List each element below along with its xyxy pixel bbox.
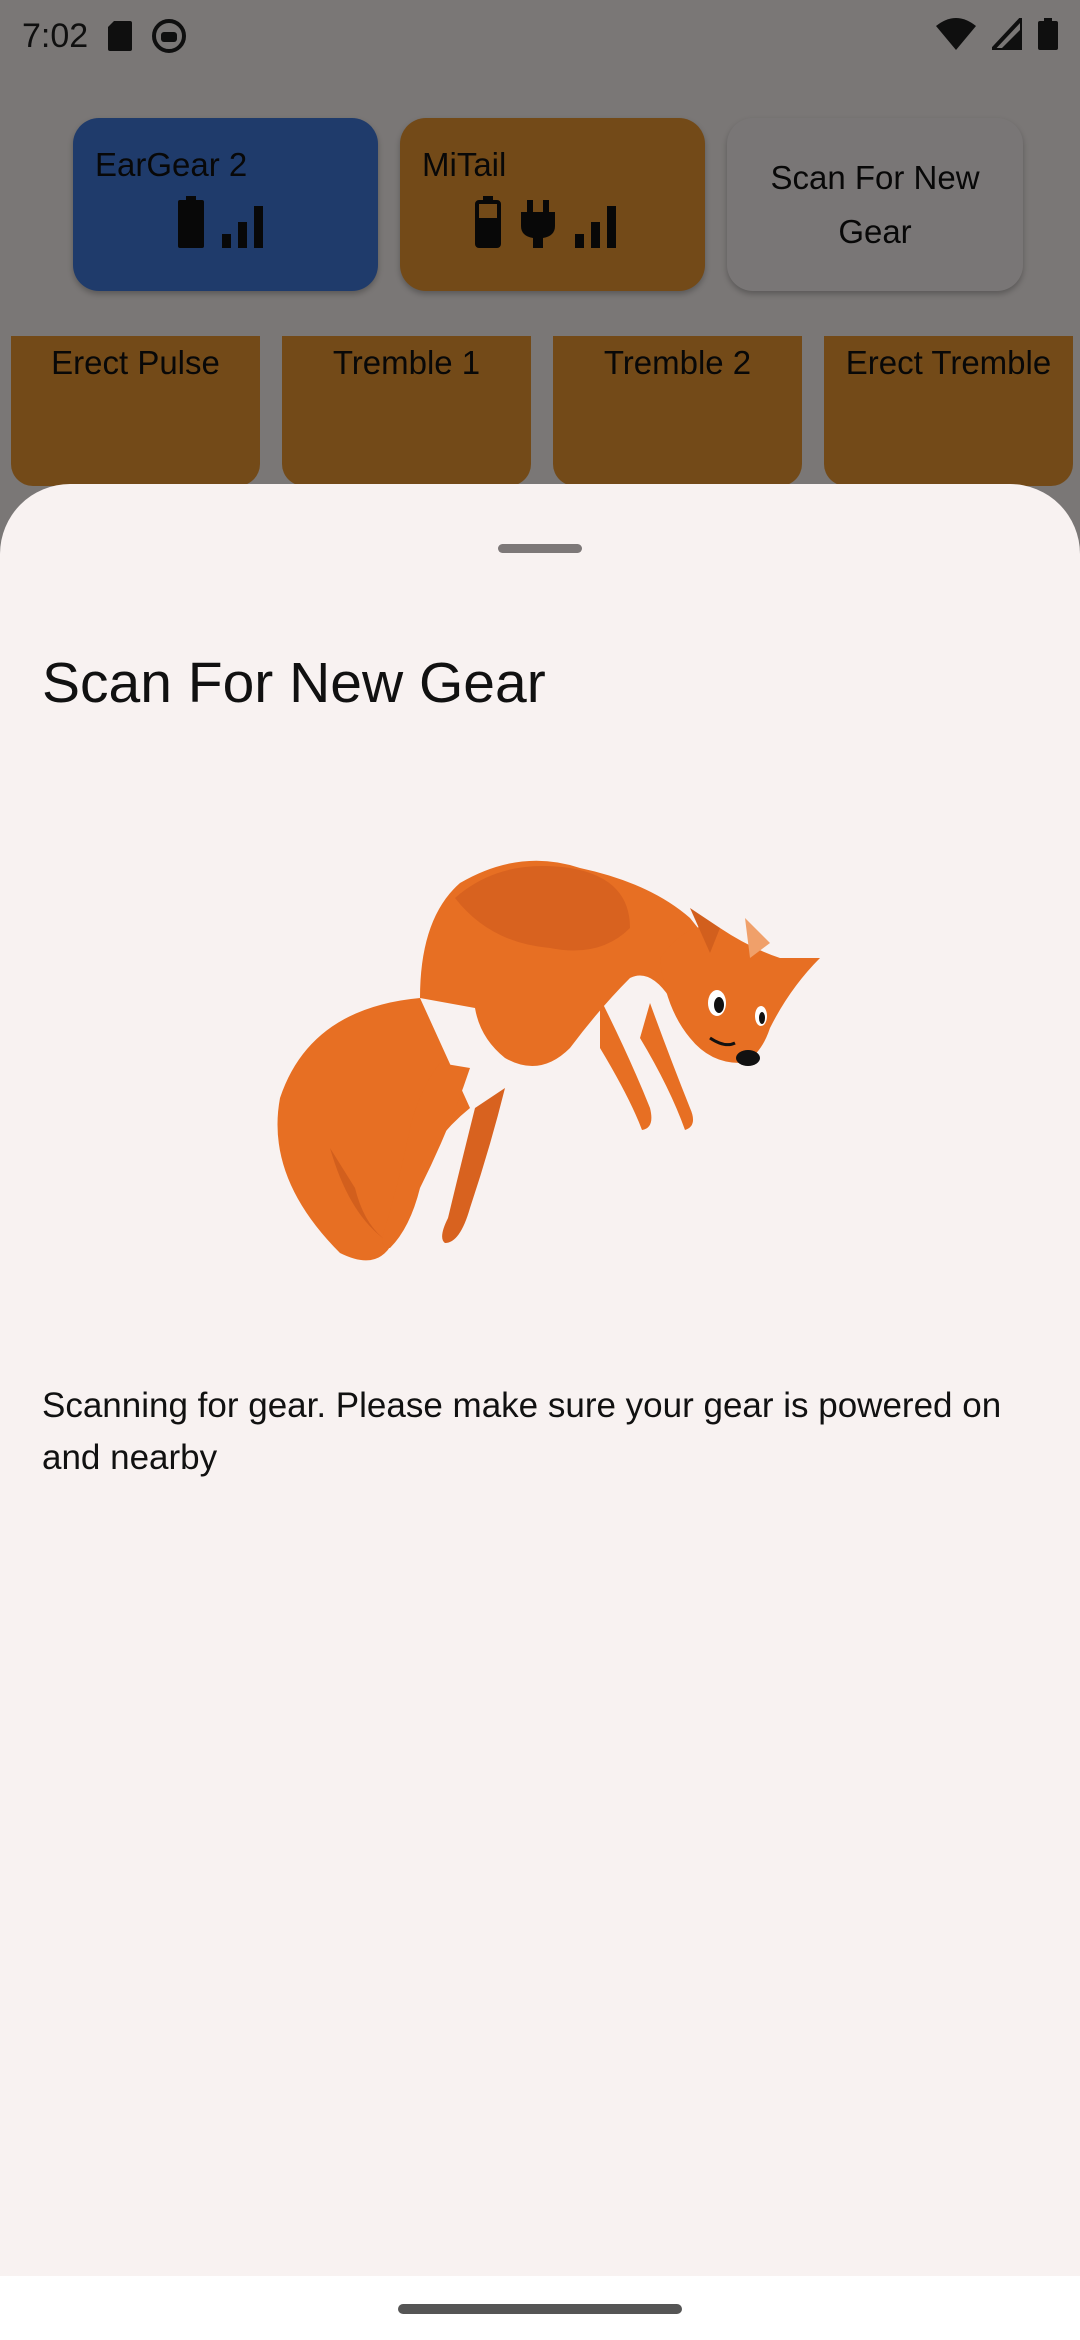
screen: 7:02 EarGear 2 — [0, 0, 1080, 2340]
scan-bottom-sheet: Scan For New Gear Scanning for gear. Ple… — [0, 484, 1080, 2276]
sheet-title: Scan For New Gear — [42, 651, 546, 715]
sheet-drag-handle[interactable] — [498, 544, 582, 553]
scan-status-message: Scanning for gear. Please make sure your… — [42, 1386, 1002, 1477]
navigation-bar — [0, 2276, 1080, 2340]
home-gesture-handle[interactable] — [398, 2304, 682, 2314]
pouncing-fox-illustration — [277, 860, 820, 1261]
